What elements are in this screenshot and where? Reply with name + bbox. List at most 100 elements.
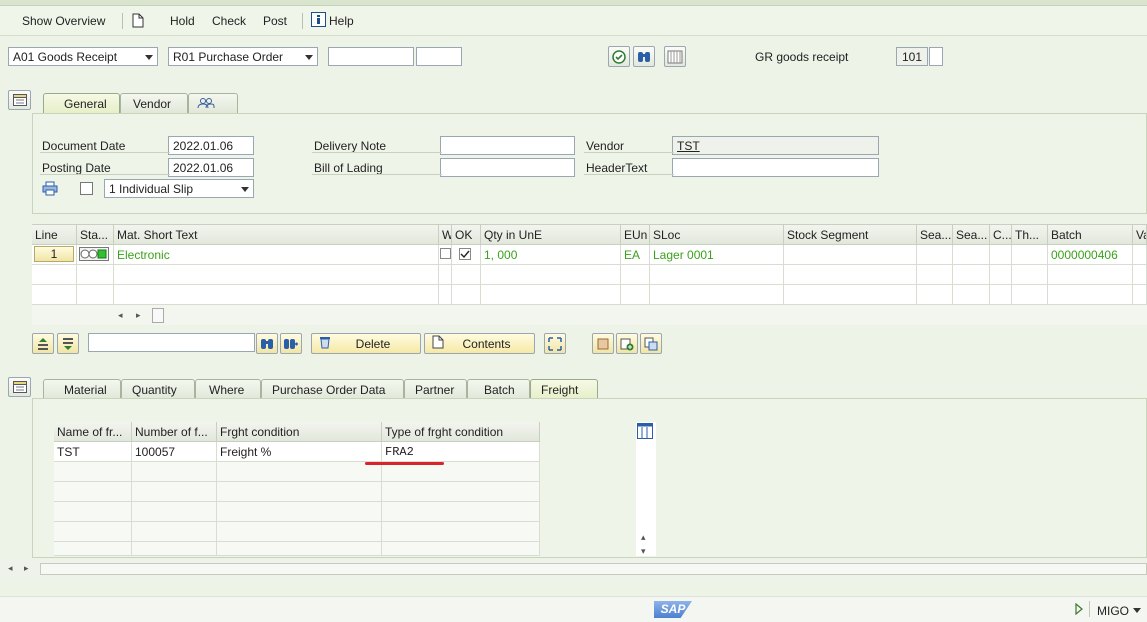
- delivery-note-input[interactable]: [440, 136, 575, 155]
- print-checkbox[interactable]: [80, 182, 93, 195]
- table-row-ok-cell[interactable]: [452, 245, 481, 265]
- scroll-left-icon[interactable]: ◂: [8, 563, 13, 574]
- col-header-mat-text[interactable]: Mat. Short Text: [114, 225, 439, 245]
- document-date-field[interactable]: 2022.01.06: [168, 136, 254, 155]
- table-row-sea2[interactable]: [953, 245, 990, 265]
- table-row-c[interactable]: [990, 245, 1012, 265]
- table-row-mat-text[interactable]: Electronic: [114, 245, 439, 265]
- col-header-line[interactable]: Line: [32, 225, 77, 245]
- freight-col-type[interactable]: Type of frght condition: [382, 422, 540, 442]
- add-row-icon[interactable]: [616, 333, 638, 354]
- table-row-th[interactable]: [1012, 245, 1048, 265]
- tab-where[interactable]: Where: [195, 379, 261, 399]
- freight-row-condition[interactable]: Freight %: [217, 442, 382, 462]
- scroll-right-icon[interactable]: ▸: [24, 563, 29, 574]
- table-row-stock-segment[interactable]: [784, 245, 917, 265]
- collapse-all-icon[interactable]: [57, 333, 79, 354]
- header-toggle-icon[interactable]: [8, 90, 31, 110]
- print-preview-icon[interactable]: [592, 333, 614, 354]
- layout-icon[interactable]: [664, 46, 686, 67]
- table-row-eun[interactable]: EA: [621, 245, 650, 265]
- expand-all-icon[interactable]: [32, 333, 54, 354]
- col-header-sloc[interactable]: SLoc: [650, 225, 784, 245]
- play-icon[interactable]: [1075, 602, 1083, 618]
- header-text-input[interactable]: [672, 158, 879, 177]
- table-row-sloc[interactable]: Lager 0001: [650, 245, 784, 265]
- scroll-thumb[interactable]: [40, 563, 1147, 575]
- scroll-left-icon[interactable]: ◂: [118, 310, 123, 321]
- help-button[interactable]: Help: [329, 14, 354, 28]
- col-header-th[interactable]: Th...: [1012, 225, 1048, 245]
- ok-checkbox[interactable]: [459, 248, 471, 260]
- bill-of-lading-input[interactable]: [440, 158, 575, 177]
- freight-col-name[interactable]: Name of fr...: [54, 422, 132, 442]
- freight-row-name[interactable]: TST: [54, 442, 132, 462]
- contents-button[interactable]: Contents: [424, 333, 535, 354]
- col-header-sea2[interactable]: Sea...: [953, 225, 990, 245]
- find-next-icon[interactable]: [280, 333, 302, 354]
- delete-button[interactable]: Delete: [311, 333, 421, 354]
- fullscreen-icon[interactable]: [544, 333, 566, 354]
- posting-date-field[interactable]: 2022.01.06: [168, 158, 254, 177]
- slip-dropdown[interactable]: 1 Individual Slip: [104, 179, 254, 198]
- scroll-down-icon[interactable]: ▾: [641, 546, 646, 557]
- table-row-qty[interactable]: 1, 000: [481, 245, 621, 265]
- table-row-batch[interactable]: 0000000406: [1048, 245, 1133, 265]
- reference-dropdown[interactable]: R01 Purchase Order: [168, 47, 318, 66]
- table-row-sea1[interactable]: [917, 245, 953, 265]
- line-number-button[interactable]: 1: [34, 246, 74, 262]
- col-header-w[interactable]: W: [439, 225, 452, 245]
- col-header-status[interactable]: Sta...: [77, 225, 114, 245]
- table-row-va[interactable]: [1133, 245, 1147, 265]
- freight-col-number[interactable]: Number of f...: [132, 422, 217, 442]
- column-layout-icon[interactable]: [637, 423, 653, 442]
- tab-partner[interactable]: Partner: [404, 379, 467, 399]
- table-row-line-cell[interactable]: 1: [32, 245, 77, 265]
- page-hscroll[interactable]: ◂ ▸: [0, 560, 1147, 578]
- hold-button[interactable]: Hold: [170, 14, 195, 28]
- action-dropdown[interactable]: A01 Goods Receipt: [8, 47, 158, 66]
- col-header-eun[interactable]: EUn: [621, 225, 650, 245]
- find-icon[interactable]: [633, 46, 655, 67]
- scroll-up-icon[interactable]: ▴: [641, 532, 646, 543]
- col-header-batch[interactable]: Batch: [1048, 225, 1133, 245]
- tab-quantity[interactable]: Quantity: [121, 379, 195, 399]
- info-icon[interactable]: [311, 12, 326, 30]
- reference-item-input[interactable]: [416, 47, 462, 66]
- col-header-qty[interactable]: Qty in UnE: [481, 225, 621, 245]
- tab-purchase-order-data[interactable]: Purchase Order Data: [261, 379, 404, 399]
- tab-batch[interactable]: Batch: [467, 379, 530, 399]
- tab-partner-header[interactable]: [188, 93, 238, 113]
- col-header-c[interactable]: C...: [990, 225, 1012, 245]
- check-button[interactable]: Check: [212, 14, 246, 28]
- detail-toggle-icon[interactable]: [8, 377, 31, 397]
- scroll-right-icon[interactable]: ▸: [136, 310, 141, 321]
- col-header-ok[interactable]: OK: [452, 225, 481, 245]
- freight-grid-vscroll[interactable]: ▴ ▾: [636, 422, 656, 556]
- show-overview-button[interactable]: Show Overview: [22, 14, 105, 28]
- new-document-icon[interactable]: [132, 13, 144, 31]
- tab-freight[interactable]: Freight: [530, 379, 598, 399]
- freight-col-condition[interactable]: Frght condition: [217, 422, 382, 442]
- vendor-field[interactable]: TST: [672, 136, 879, 155]
- scroll-thumb[interactable]: [152, 308, 164, 323]
- reference-document-input[interactable]: [328, 47, 414, 66]
- transfer-icon[interactable]: [640, 333, 662, 354]
- tab-material[interactable]: Material: [43, 379, 121, 399]
- chevron-down-icon[interactable]: [1133, 608, 1141, 613]
- item-search-input[interactable]: [88, 333, 255, 352]
- col-header-stock-segment[interactable]: Stock Segment: [784, 225, 917, 245]
- tab-general[interactable]: General: [43, 93, 120, 113]
- table-row-w-cell[interactable]: [439, 245, 452, 265]
- col-header-va[interactable]: Va: [1133, 225, 1147, 245]
- col-header-sea1[interactable]: Sea...: [917, 225, 953, 245]
- movement-type-field[interactable]: 101: [896, 47, 928, 66]
- freight-row-number[interactable]: 100057: [132, 442, 217, 462]
- printer-icon[interactable]: [42, 181, 58, 199]
- execute-button[interactable]: [608, 46, 630, 67]
- freight-row-type[interactable]: FRA2: [382, 442, 540, 462]
- tab-vendor[interactable]: Vendor: [120, 93, 188, 113]
- movement-special-field[interactable]: [929, 47, 943, 66]
- item-grid-hscroll[interactable]: ◂ ▸: [32, 305, 1147, 325]
- find-icon[interactable]: [256, 333, 278, 354]
